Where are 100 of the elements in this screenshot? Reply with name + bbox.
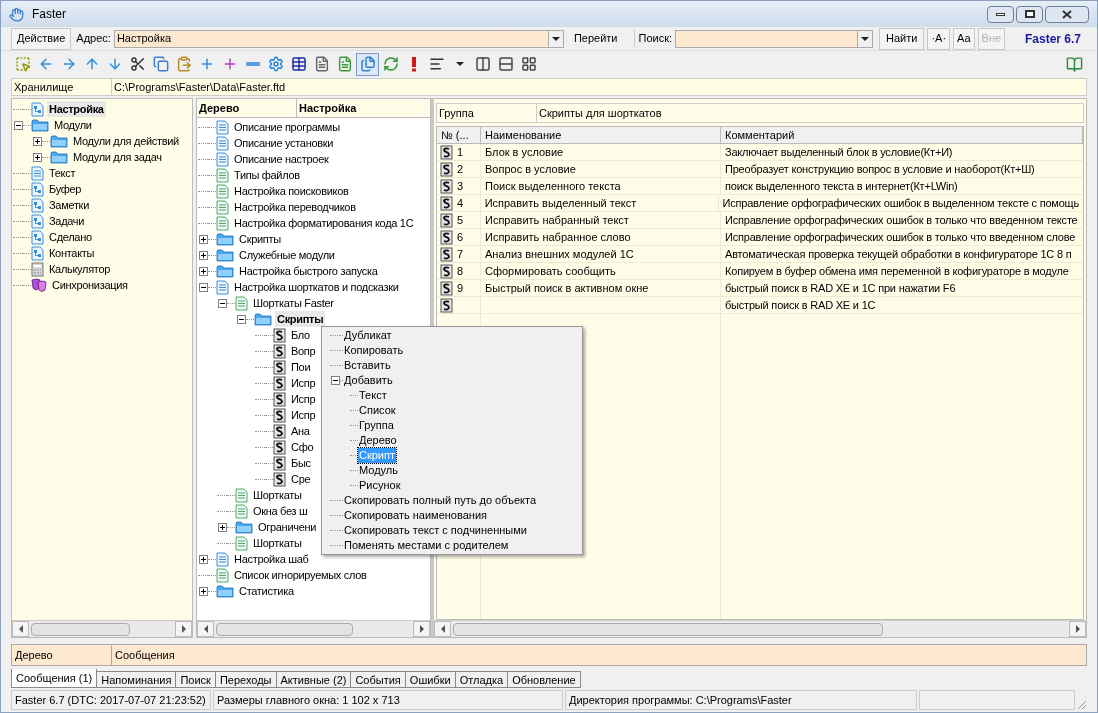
tree-item[interactable]: Шорткаты [251,535,304,551]
tab[interactable]: Обновление [507,671,581,688]
expand-icon[interactable] [198,586,208,596]
menu-item[interactable]: Список [358,403,397,418]
tree-item[interactable]: Контакты [47,245,97,261]
tree-item[interactable]: Настройка быстрого запуска [237,263,380,279]
expand-icon[interactable] [198,266,208,276]
collapse-icon[interactable] [330,376,340,385]
menu-item[interactable]: Группа [358,418,395,433]
tree-item[interactable]: Текст [47,165,78,181]
tree-item[interactable]: Окна без ш [251,503,310,519]
window-title: Faster [32,6,66,23]
minimize-button[interactable] [987,5,1014,23]
tab[interactable]: Активные (2) [275,671,352,688]
menu-item[interactable]: Копировать [343,343,405,358]
collapse-icon[interactable] [198,282,208,292]
close-button[interactable] [1045,5,1089,23]
tree-item[interactable]: Описание установки [232,135,336,151]
expand-icon[interactable] [198,250,208,260]
tree-item[interactable]: Сре [289,471,313,487]
tree-item[interactable]: Ограничени [256,519,319,535]
column-header[interactable]: № (... [437,127,481,143]
tab[interactable]: Отладка [454,671,509,688]
collapse-icon[interactable] [236,314,246,324]
tree-item[interactable]: Настройка шорткатов и подсказки [232,279,401,295]
tree-item[interactable]: Буфер [47,181,84,197]
tree-item[interactable]: Шорткаты [251,487,304,503]
search-label: Поиск: [633,30,673,47]
tree-item[interactable]: Модули для действий [71,133,181,149]
column-header[interactable]: Наименование [481,127,721,143]
case-button[interactable]: ·A· [927,27,951,50]
tree-item[interactable]: Вопр [289,343,318,359]
tree-item[interactable]: Настройка форматирования кода 1С [232,215,416,231]
column-header[interactable]: Комментарий [721,127,1083,143]
expand-icon[interactable] [32,136,42,146]
book-icon[interactable] [1066,55,1083,73]
collapse-icon[interactable] [13,120,23,130]
tab[interactable]: События [350,671,406,688]
tree-item[interactable]: Синхронизация [50,277,130,293]
menu-item[interactable]: Скопировать текст с подчиненными [343,523,528,538]
menu-item[interactable]: Рисунок [358,478,402,493]
tree-item[interactable]: Ана [289,423,312,439]
menu-item[interactable]: Вставить [343,358,392,373]
tree-item[interactable]: Типы файлов [232,167,302,183]
collapse-icon[interactable] [217,298,227,308]
horizontal-scrollbar[interactable] [12,620,192,637]
tab[interactable]: Сообщения (1) [11,669,98,688]
tab[interactable]: Переходы [214,671,277,688]
tree-item[interactable]: Быс [289,455,313,471]
tree-item[interactable]: Настройка шаб [232,551,311,567]
tree-item[interactable]: Задачи [47,213,87,229]
tree-item[interactable]: Служебные модули [237,247,337,263]
tree-item[interactable]: Описание настроек [232,151,331,167]
tree-item[interactable]: Испр [289,375,318,391]
menu-item[interactable]: Скопировать наименования [343,508,488,523]
tree-item[interactable]: Сделано [47,229,94,245]
tab[interactable]: Напоминания [96,671,177,688]
tree-item[interactable]: Статистика [237,583,296,599]
tree-item[interactable]: Шорткаты Faster [251,295,336,311]
tree-item[interactable]: Калькулятор [47,261,113,277]
tab[interactable]: Поиск [175,671,216,688]
expand-icon[interactable] [198,234,208,244]
tree-item[interactable]: Настройка [47,101,106,117]
find-button[interactable]: Найти [879,27,925,50]
tree-item[interactable]: Испр [289,391,318,407]
tree-item[interactable]: Модули для задач [71,149,164,165]
menu-item[interactable]: Поменять местами с родителем [343,538,510,553]
tree-item[interactable]: Заметки [47,197,91,213]
tree-item[interactable]: Список игнорируемых слов [232,567,369,583]
horizontal-scrollbar[interactable] [197,620,430,637]
tab[interactable]: Ошибки [404,671,456,688]
expand-icon[interactable] [198,554,208,564]
tree-item[interactable]: Испр [289,407,318,423]
tree-item[interactable]: Пои [289,359,313,375]
table-cell-text: Блок в условие [485,144,564,160]
horizontal-scrollbar[interactable] [434,620,1086,637]
menu-item[interactable]: Добавить [343,373,394,388]
tree-item[interactable]: Описание программы [232,119,342,135]
tree-item[interactable]: Бло [289,327,312,343]
menu-item[interactable]: Модуль [358,463,399,478]
tree-item[interactable]: Скрипты [237,231,283,247]
go-button[interactable]: Перейти [568,27,623,50]
expand-icon[interactable] [32,152,42,162]
tree-item[interactable]: Настройка переводчиков [232,199,358,215]
expand-icon[interactable] [217,522,227,532]
menu-item[interactable]: Скопировать полный путь до объекта [343,493,538,508]
tree-item[interactable]: Скрипты [275,311,326,327]
match-button[interactable]: Aa [953,27,975,50]
resize-grip-icon[interactable] [1077,700,1087,710]
address-combo[interactable]: Настройка [113,29,564,48]
action-button[interactable]: Действие [11,27,72,50]
tree-item[interactable]: Модули [52,117,94,133]
maximize-button[interactable] [1016,5,1043,23]
script-icon [440,229,453,245]
menu-item[interactable]: Текст [358,388,388,403]
tree-item[interactable]: Сфо [289,439,316,455]
menu-item[interactable]: Дубликат [343,328,393,343]
tree-item[interactable]: Настройка поисковиков [232,183,351,199]
menu-item[interactable]: Дерево [358,433,398,448]
documents-button[interactable] [356,52,379,76]
